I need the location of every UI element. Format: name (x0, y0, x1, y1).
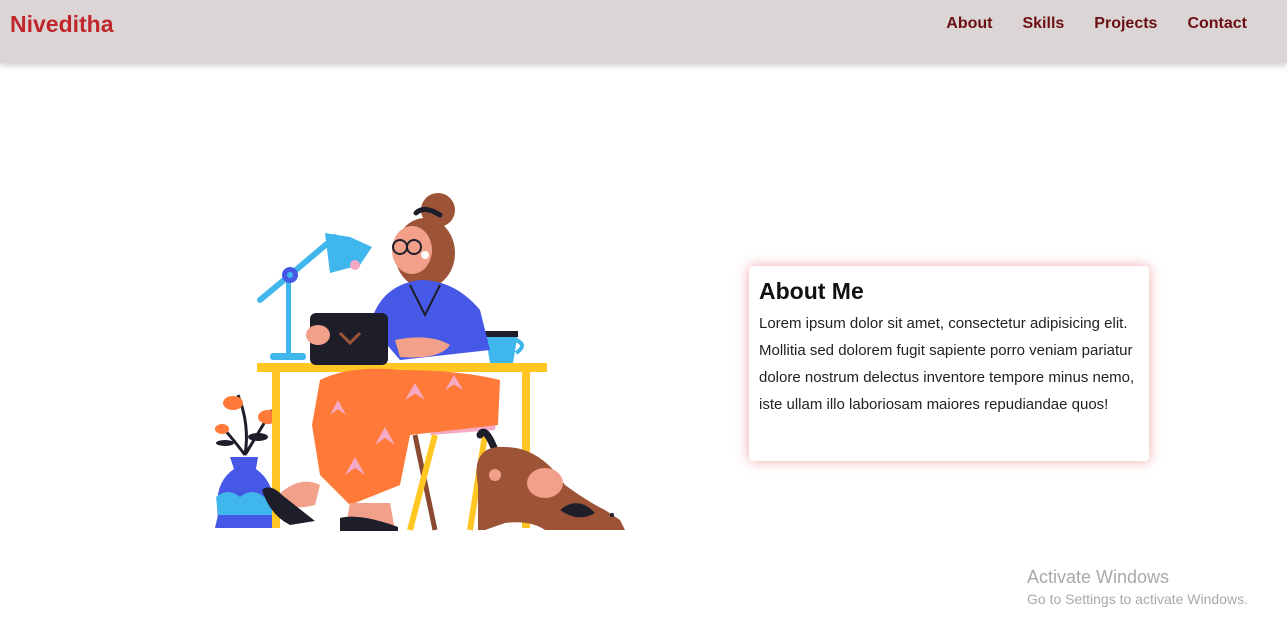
woman-icon (262, 193, 500, 531)
nav-links: About Skills Projects Contact (916, 15, 1247, 33)
dog-icon (476, 428, 625, 530)
nav-link-contact[interactable]: Contact (1187, 15, 1247, 33)
navbar: Niveditha About Skills Projects Contact (0, 0, 1287, 63)
brand-logo[interactable]: Niveditha (10, 11, 114, 38)
cup-icon (485, 331, 524, 363)
about-title: About Me (759, 278, 864, 304)
woman-working-at-desk-illustration (200, 185, 640, 535)
watermark-title: Activate Windows (1027, 567, 1170, 587)
about-card: About Me Lorem ipsum dolor sit amet, con… (749, 266, 1149, 461)
watermark-subtitle: Go to Settings to activate Windows. (1027, 591, 1248, 607)
windows-activation-watermark: Activate Windows Go to Settings to activ… (1027, 566, 1248, 610)
about-text: Lorem ipsum dolor sit amet, consectetur … (759, 315, 1135, 413)
plant-vase-icon (215, 394, 278, 528)
nav-link-skills[interactable]: Skills (1022, 15, 1064, 33)
nav-link-about[interactable]: About (946, 15, 992, 33)
nav-link-projects[interactable]: Projects (1094, 15, 1157, 33)
